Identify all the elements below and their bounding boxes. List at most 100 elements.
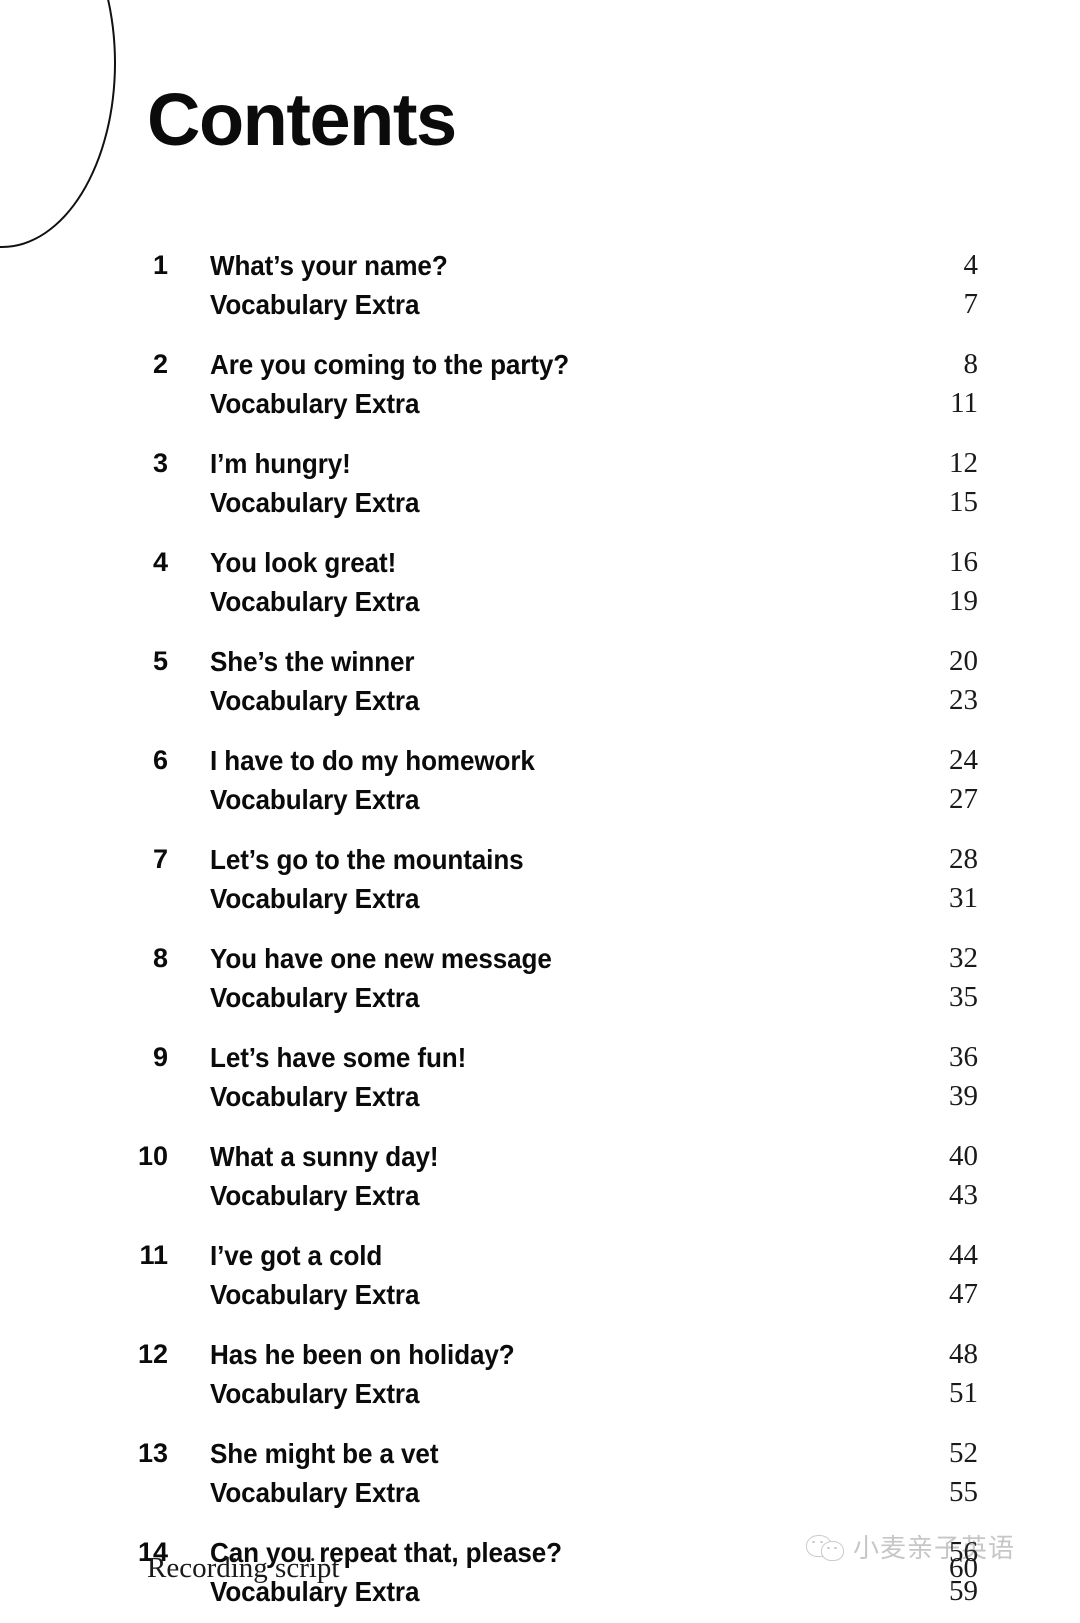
toc-unit-block: 10 What a sunny day! 40 Vocabulary Extra 43 [0,1137,1080,1215]
unit-number: 3 [152,448,168,478]
unit-title[interactable]: Has he been on holiday? [210,1335,515,1374]
toc-subrow[interactable]: Vocabulary Extra 19 [0,582,1080,621]
vocabulary-extra-label[interactable]: Vocabulary Extra [210,879,419,918]
unit-page-number: 32 [949,942,978,974]
footer-page-number: 60 [949,1552,978,1584]
vocabulary-extra-label[interactable]: Vocabulary Extra [210,285,419,324]
toc-subrow[interactable]: Vocabulary Extra 31 [0,879,1080,918]
toc-row[interactable]: 13 She might be a vet 52 [0,1434,1080,1473]
vocabulary-extra-label[interactable]: Vocabulary Extra [210,1176,419,1215]
vocabulary-extra-label[interactable]: Vocabulary Extra [210,978,419,1017]
unit-page-number: 4 [963,249,979,281]
toc-row[interactable]: 10 What a sunny day! 40 [0,1137,1080,1176]
footer: Recording script 60 [0,1548,1080,1608]
unit-number: 11 [139,1240,168,1270]
vocabulary-extra-label[interactable]: Vocabulary Extra [210,681,419,720]
unit-title[interactable]: I’ve got a cold [210,1236,382,1275]
toc-row[interactable]: 5 She’s the winner 20 [0,642,1080,681]
toc-row[interactable]: 2 Are you coming to the party? 8 [0,345,1080,384]
toc-subrow[interactable]: Vocabulary Extra 11 [0,384,1080,423]
unit-page-number: 20 [949,645,978,677]
unit-page-number: 24 [949,744,978,776]
toc-subrow[interactable]: Vocabulary Extra 7 [0,285,1080,324]
unit-title[interactable]: I have to do my homework [210,741,535,780]
toc-subrow[interactable]: Vocabulary Extra 39 [0,1077,1080,1116]
unit-page-number: 16 [949,546,978,578]
vocabulary-extra-label[interactable]: Vocabulary Extra [210,483,419,522]
contents-page: Contents 1 What’s your name? 4 Vocabulary E… [0,0,1080,1623]
unit-number: 13 [137,1438,168,1468]
vocabulary-extra-page-number: 39 [949,1080,978,1112]
vocabulary-extra-page-number: 23 [949,684,978,716]
toc-unit-block: 5 She’s the winner 20 Vocabulary Extra 23 [0,642,1080,720]
toc-subrow[interactable]: Vocabulary Extra 47 [0,1275,1080,1314]
vocabulary-extra-page-number: 51 [949,1377,978,1409]
page-title: Contents [147,77,457,161]
toc-row[interactable]: 12 Has he been on holiday? 48 [0,1335,1080,1374]
vocabulary-extra-label[interactable]: Vocabulary Extra [210,384,419,423]
unit-number: 5 [152,646,168,676]
unit-title[interactable]: You have one new message [210,939,552,978]
toc-row[interactable]: 6 I have to do my homework 24 [0,741,1080,780]
unit-title[interactable]: I’m hungry! [210,444,351,483]
vocabulary-extra-label[interactable]: Vocabulary Extra [210,1473,419,1512]
vocabulary-extra-page-number: 43 [949,1179,978,1211]
toc-row[interactable]: 1 What’s your name? 4 [0,246,1080,285]
table-of-contents: 1 What’s your name? 4 Vocabulary Extra 7 2 Are… [0,246,1080,1623]
unit-number: 7 [152,844,168,874]
unit-title[interactable]: What’s your name? [210,246,448,285]
toc-subrow[interactable]: Vocabulary Extra 55 [0,1473,1080,1512]
unit-page-number: 36 [949,1041,978,1073]
toc-row[interactable]: 8 You have one new message 32 [0,939,1080,978]
toc-unit-block: 1 What’s your name? 4 Vocabulary Extra 7 [0,246,1080,324]
unit-title[interactable]: Let’s have some fun! [210,1038,466,1077]
toc-subrow[interactable]: Vocabulary Extra 15 [0,483,1080,522]
unit-number: 1 [152,250,168,280]
unit-title[interactable]: She might be a vet [210,1434,438,1473]
vocabulary-extra-label[interactable]: Vocabulary Extra [210,1275,419,1314]
vocabulary-extra-label[interactable]: Vocabulary Extra [210,1077,419,1116]
toc-subrow[interactable]: Vocabulary Extra 27 [0,780,1080,819]
unit-number: 2 [152,349,168,379]
toc-subrow[interactable]: Vocabulary Extra 23 [0,681,1080,720]
unit-page-number: 40 [949,1140,978,1172]
unit-title[interactable]: What a sunny day! [210,1137,439,1176]
unit-page-number: 52 [949,1437,978,1469]
toc-row[interactable]: 4 You look great! 16 [0,543,1080,582]
footer-recording-script-label: Recording script [147,1552,340,1584]
toc-unit-block: 7 Let’s go to the mountains 28 Vocabulary E… [0,840,1080,918]
vocabulary-extra-page-number: 11 [950,387,978,419]
unit-title[interactable]: You look great! [210,543,396,582]
vocabulary-extra-page-number: 19 [949,585,978,617]
toc-row[interactable]: 11 I’ve got a cold 44 [0,1236,1080,1275]
toc-unit-block: 11 I’ve got a cold 44 Vocabulary Extra 47 [0,1236,1080,1314]
toc-subrow[interactable]: Vocabulary Extra 35 [0,978,1080,1017]
toc-unit-block: 9 Let’s have some fun! 36 Vocabulary Extra 3… [0,1038,1080,1116]
vocabulary-extra-label[interactable]: Vocabulary Extra [210,780,419,819]
toc-subrow[interactable]: Vocabulary Extra 43 [0,1176,1080,1215]
unit-title[interactable]: Let’s go to the mountains [210,840,524,879]
vocabulary-extra-page-number: 31 [949,882,978,914]
vocabulary-extra-page-number: 35 [949,981,978,1013]
toc-row[interactable]: 7 Let’s go to the mountains 28 [0,840,1080,879]
vocabulary-extra-page-number: 55 [949,1476,978,1508]
unit-number: 8 [152,943,168,973]
unit-number: 10 [137,1141,168,1171]
unit-title[interactable]: She’s the winner [210,642,415,681]
toc-row[interactable]: 3 I’m hungry! 12 [0,444,1080,483]
toc-unit-block: 4 You look great! 16 Vocabulary Extra 19 [0,543,1080,621]
toc-unit-block: 13 She might be a vet 52 Vocabulary Extra 55 [0,1434,1080,1512]
unit-page-number: 8 [963,348,979,380]
vocabulary-extra-label[interactable]: Vocabulary Extra [210,582,419,621]
vocabulary-extra-page-number: 27 [949,783,978,815]
unit-page-number: 44 [949,1239,978,1271]
vocabulary-extra-page-number: 47 [949,1278,978,1310]
vocabulary-extra-label[interactable]: Vocabulary Extra [210,1374,419,1413]
toc-row[interactable]: 9 Let’s have some fun! 36 [0,1038,1080,1077]
unit-title[interactable]: Are you coming to the party? [210,345,569,384]
unit-number: 4 [152,547,168,577]
toc-unit-block: 6 I have to do my homework 24 Vocabulary Ex… [0,741,1080,819]
toc-subrow[interactable]: Vocabulary Extra 51 [0,1374,1080,1413]
toc-unit-block: 8 You have one new message 32 Vocabulary Ex… [0,939,1080,1017]
unit-number: 9 [152,1042,168,1072]
